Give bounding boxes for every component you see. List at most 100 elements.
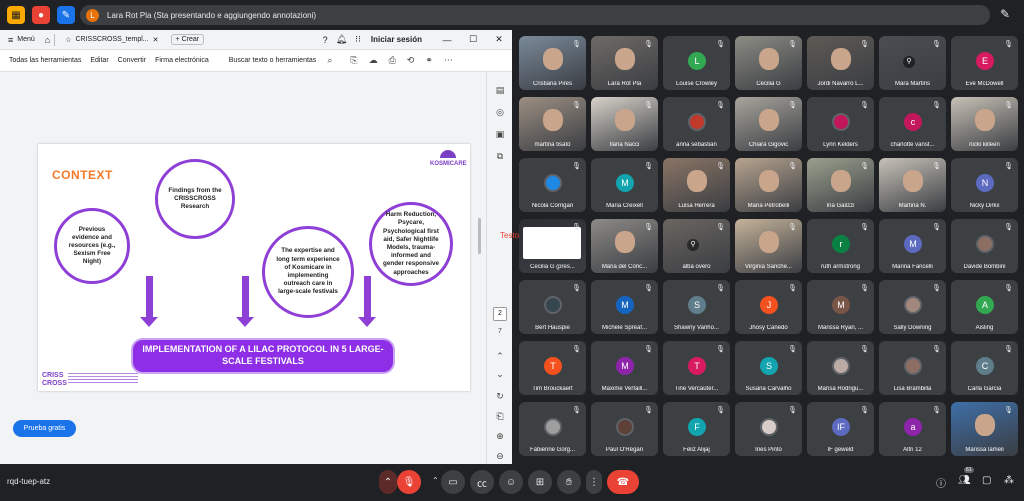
participant-tile[interactable]: ⚲ 🎙︎ alba overo <box>663 219 730 273</box>
participant-tile[interactable]: S 🎙︎ Susana Carvalho <box>735 341 802 395</box>
participant-tile[interactable]: C 🎙︎ Carla Garcia <box>951 341 1018 395</box>
maximize-icon[interactable]: ☐ <box>460 34 486 45</box>
hangup-button[interactable]: ☎ <box>607 470 639 494</box>
save-icon[interactable]: ⎘ <box>350 55 357 66</box>
participant-tile[interactable]: T 🎙︎ Tim Brouckaert <box>519 341 586 395</box>
search-icon[interactable]: ⌕ <box>327 55 332 66</box>
participant-tile[interactable]: E 🎙︎ Eve McDowell <box>951 36 1018 90</box>
participant-tile[interactable]: 🎙︎ Chiara Gigovic <box>735 97 802 151</box>
organize-icon[interactable]: ▣ <box>494 128 506 140</box>
help-icon[interactable]: ? <box>323 35 328 45</box>
participant-tile[interactable]: 🎙︎ Bert Hauspie <box>519 280 586 334</box>
camera-icon[interactable]: ▭ <box>441 470 465 494</box>
page-down-icon[interactable]: ⌄ <box>494 368 506 380</box>
toolbar-esign[interactable]: Firma electrónica <box>155 57 209 64</box>
meeting-info-icon[interactable]: ⓘ <box>936 475 946 490</box>
participant-tile[interactable]: a 🎙︎ Altri 12 <box>879 402 946 456</box>
participant-tile[interactable]: A 🎙︎ Aisling <box>951 280 1018 334</box>
participant-tile[interactable]: 🎙︎ Lisa Brambilla <box>879 341 946 395</box>
rotate-icon[interactable]: ↻ <box>494 390 506 402</box>
participant-tile[interactable]: 🎙︎ Ilaria Nacci <box>591 97 658 151</box>
participant-tile[interactable]: 🎙︎ Marisa Rodrigu... <box>807 341 874 395</box>
record-icon[interactable]: ● <box>32 6 50 24</box>
participant-tile[interactable]: 🎙︎ Sally Downing <box>879 280 946 334</box>
close-tab-icon[interactable]: ✕ <box>153 36 159 44</box>
participant-tile[interactable]: 🎙︎ Ines Pinto <box>735 402 802 456</box>
toolbar-edit[interactable]: Editar <box>90 57 108 64</box>
participant-tile[interactable]: L 🎙︎ Louise Crowley <box>663 36 730 90</box>
participant-tile[interactable]: S 🎙︎ Shawny Vanho... <box>663 280 730 334</box>
people-icon[interactable]: 👥︎ <box>958 475 971 486</box>
participant-tile[interactable]: 🎙︎ Davide Bombini <box>951 219 1018 273</box>
apps-grid-icon[interactable]: ⁝⁝ <box>355 34 361 45</box>
share-icon[interactable]: ⟲ <box>407 55 415 66</box>
hamburger-icon[interactable]: ≡ <box>8 35 13 45</box>
new-tab-button[interactable]: + Crear <box>170 34 205 45</box>
copy-icon[interactable]: ⧉ <box>494 150 506 162</box>
participant-tile[interactable]: F 🎙︎ Feliz Alijaj <box>663 402 730 456</box>
activities-icon[interactable]: ⁂ <box>1004 475 1014 486</box>
pin-icon[interactable]: ⚲ <box>903 56 915 68</box>
captions-icon[interactable]: ㏄ <box>470 470 494 494</box>
cloud-icon[interactable]: ☁ <box>369 55 378 66</box>
fill-sign-icon[interactable]: ◎ <box>494 106 506 118</box>
current-page-box[interactable]: 2 <box>493 307 507 321</box>
participant-tile[interactable]: M 🎙︎ Marina Fancelli <box>879 219 946 273</box>
scrollbar[interactable] <box>478 218 481 254</box>
link-icon[interactable]: ⚭ <box>425 55 433 66</box>
participant-tile[interactable]: r 🎙︎ ruth armstrong <box>807 219 874 273</box>
menu-label[interactable]: Menú <box>17 36 35 43</box>
participant-tile[interactable]: T 🎙︎ Tine Vercauter... <box>663 341 730 395</box>
toolbar-convert[interactable]: Convertir <box>118 57 146 64</box>
zoom-in-icon[interactable]: ⊕ <box>494 430 506 442</box>
pin-icon[interactable]: ⚲ <box>687 239 699 251</box>
participant-tile[interactable]: 🎙︎ Ina Galizzi <box>807 158 874 212</box>
emoji-icon[interactable]: ☺ <box>499 470 523 494</box>
participant-tile[interactable]: 🎙︎ Marissa lameli <box>951 402 1018 456</box>
edit-icon[interactable]: ✎ <box>57 6 75 24</box>
chat-icon[interactable]: ▢ <box>982 475 991 486</box>
participant-tile[interactable]: IF 🎙︎ IF geweld <box>807 402 874 456</box>
participant-tile[interactable]: 🎙︎ martina tisato <box>519 97 586 151</box>
app-icon[interactable]: ▦ <box>7 6 25 24</box>
participant-tile[interactable]: 🎙︎ Cristiana Pires <box>519 36 586 90</box>
participant-tile[interactable]: M 🎙︎ Marissa Ryan, ... <box>807 280 874 334</box>
participant-tile[interactable]: 🎙︎ anna sebastian <box>663 97 730 151</box>
participant-tile[interactable]: 🎙︎ Maria Petrobelli <box>735 158 802 212</box>
participant-tile[interactable]: J 🎙︎ Jhosy Canedo <box>735 280 802 334</box>
star-icon[interactable]: ☆ <box>65 36 71 44</box>
camera-options-caret[interactable]: ⌃ <box>432 476 439 485</box>
participant-tile[interactable]: ⚲ 🎙︎ Mara Martins <box>879 36 946 90</box>
mic-options-caret[interactable]: ⌃ <box>379 470 397 494</box>
participant-tile[interactable]: c 🎙︎ charlotte vanst... <box>879 97 946 151</box>
participant-tile[interactable]: 🎙︎ Jordi Navarro L... <box>807 36 874 90</box>
more-options-icon[interactable]: ⋮ <box>586 470 602 494</box>
notification-icon[interactable]: 🔔︎ <box>336 34 347 45</box>
participant-tile[interactable]: 🎙︎ Maria del Conc... <box>591 219 658 273</box>
zoom-out-icon[interactable]: ⊖ <box>494 450 506 462</box>
mic-muted-icon[interactable]: 🎙︎ <box>397 470 421 494</box>
participant-tile[interactable]: 🎙︎ Martina N. <box>879 158 946 212</box>
present-icon[interactable]: ⊞ <box>528 470 552 494</box>
participant-tile[interactable]: 🎙︎ Cecilia G (pres... <box>519 219 586 273</box>
home-icon[interactable]: ⌂ <box>45 35 50 45</box>
participant-tile[interactable]: 🎙︎ Luisa Herrera <box>663 158 730 212</box>
participant-tile[interactable]: 🎙︎ nicki killeen <box>951 97 1018 151</box>
participant-tile[interactable]: N 🎙︎ Nicky Dirkx <box>951 158 1018 212</box>
signin-button[interactable]: Iniciar sesión <box>371 35 422 44</box>
participant-tile[interactable]: 🎙︎ Cecilia G <box>735 36 802 90</box>
participant-tile[interactable]: 🎙︎ Paul O'Regan <box>591 402 658 456</box>
participant-tile[interactable]: M 🎙︎ Michele Spreaf... <box>591 280 658 334</box>
close-window-icon[interactable]: ✕ <box>486 34 512 45</box>
toolbar-all-tools[interactable]: Todas las herramientas <box>9 57 81 64</box>
more-icon[interactable]: ⋯ <box>444 55 453 66</box>
participant-tile[interactable]: 🎙︎ Lynn Kelders <box>807 97 874 151</box>
free-trial-button[interactable]: Prueba gratis <box>13 420 76 437</box>
print-icon[interactable]: ⎙ <box>389 55 396 66</box>
page-tools-icon[interactable]: ⎗ <box>494 410 506 422</box>
minimize-icon[interactable]: — <box>434 35 460 45</box>
comment-icon[interactable]: ▤ <box>494 84 506 96</box>
participant-tile[interactable]: 🎙︎ Nicola Corrigan <box>519 158 586 212</box>
participant-tile[interactable]: 🎙︎ Virginia Sanche... <box>735 219 802 273</box>
participant-tile[interactable]: 🎙︎ Fabienne Gorg... <box>519 402 586 456</box>
